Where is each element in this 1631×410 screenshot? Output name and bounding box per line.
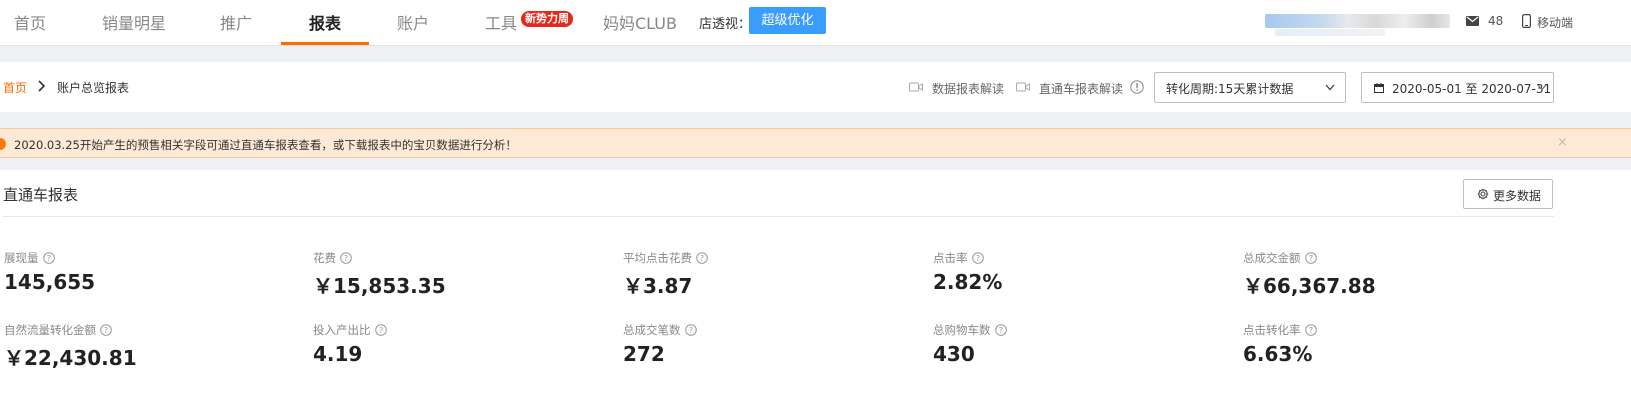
metric-value: 4.19 bbox=[313, 342, 363, 366]
metric-cost: 花费? ￥15,853.35 bbox=[313, 250, 613, 310]
ztc-report-guide-link[interactable]: 直通车报表解读 bbox=[1039, 80, 1123, 97]
ztc-report-panel: 直通车报表 更多数据 展现量? 145,655 花费? ￥15,853.35 平… bbox=[0, 170, 1631, 410]
breadcrumb-home-link[interactable]: 首页 bbox=[3, 79, 27, 96]
active-tab-underline bbox=[281, 42, 369, 45]
metric-value: 430 bbox=[933, 342, 975, 366]
metric-value: ￥3.87 bbox=[623, 274, 693, 298]
chevron-down-icon bbox=[1537, 84, 1547, 91]
metric-label: 花费 bbox=[313, 251, 336, 265]
metric-label: 投入产出比 bbox=[313, 323, 371, 337]
nav-item-tools[interactable]: 工具 bbox=[485, 10, 517, 34]
nav-item-account[interactable]: 账户 bbox=[397, 10, 429, 34]
help-icon[interactable]: ? bbox=[340, 252, 352, 264]
metric-label: 总成交笔数 bbox=[623, 323, 681, 337]
chevron-down-icon bbox=[1325, 84, 1335, 91]
metric-label: 总成交金额 bbox=[1243, 251, 1301, 265]
nav-item-promotion[interactable]: 推广 bbox=[220, 10, 252, 34]
mail-icon[interactable] bbox=[1466, 16, 1479, 26]
new-badge: 新势力周 bbox=[521, 11, 573, 27]
conversion-period-select[interactable]: 转化周期:15天累计数据 bbox=[1154, 72, 1346, 103]
metric-ctr: 点击率? 2.82% bbox=[933, 250, 1233, 310]
data-report-guide-link[interactable]: 数据报表解读 bbox=[932, 80, 1004, 97]
nav-item-mama-club[interactable]: 妈妈CLUB bbox=[603, 10, 677, 34]
mail-count[interactable]: 48 bbox=[1488, 14, 1503, 28]
help-icon[interactable]: ? bbox=[374, 324, 387, 336]
metric-value: 145,655 bbox=[4, 270, 96, 294]
help-icon[interactable]: ? bbox=[42, 252, 55, 264]
metric-total-orders: 总成交笔数? 272 bbox=[623, 322, 923, 382]
separator bbox=[0, 158, 1631, 170]
separator bbox=[0, 112, 1631, 128]
calendar-icon bbox=[1374, 83, 1384, 93]
notice-banner: 2020.03.25开始产生的预售相关字段可通过直通车报表查看，或下载报表中的宝… bbox=[0, 128, 1631, 158]
metric-organic-conversion: 自然流量转化金额? ￥22,430.81 bbox=[4, 322, 304, 382]
svg-text:?: ? bbox=[700, 254, 704, 263]
svg-text:?: ? bbox=[104, 326, 108, 335]
svg-text:?: ? bbox=[378, 326, 382, 335]
account-subtext-blurred bbox=[1275, 29, 1385, 36]
chevron-right-icon bbox=[38, 80, 46, 92]
metric-value: ￥15,853.35 bbox=[313, 274, 446, 298]
help-icon[interactable]: ? bbox=[994, 324, 1007, 336]
video-icon bbox=[909, 82, 923, 92]
metric-value: 272 bbox=[623, 342, 665, 366]
svg-text:?: ? bbox=[688, 326, 692, 335]
divider bbox=[3, 216, 1554, 217]
account-name-blurred[interactable] bbox=[1265, 14, 1450, 28]
metric-value: 2.82% bbox=[933, 270, 1003, 294]
report-title: 直通车报表 bbox=[3, 186, 79, 204]
help-icon[interactable]: ? bbox=[1304, 324, 1317, 336]
warning-icon bbox=[0, 138, 6, 150]
breadcrumb-bar: 首页 账户总览报表 数据报表解读 直通车报表解读 转化周期:15天累计数据 20… bbox=[0, 62, 1631, 112]
metric-roi: 投入产出比? 4.19 bbox=[313, 322, 613, 382]
help-icon[interactable]: ? bbox=[684, 324, 697, 336]
mobile-icon[interactable] bbox=[1522, 14, 1531, 28]
metric-value: 6.63% bbox=[1243, 342, 1313, 366]
svg-text:?: ? bbox=[998, 326, 1002, 335]
metric-label: 平均点击花费 bbox=[623, 251, 692, 265]
metric-total-gmv: 总成交金额? ￥66,367.88 bbox=[1243, 250, 1543, 310]
nav-item-reports[interactable]: 报表 bbox=[309, 10, 341, 34]
help-icon[interactable]: ? bbox=[100, 324, 112, 336]
metric-label: 点击转化率 bbox=[1243, 323, 1301, 337]
metric-avg-cpc: 平均点击花费? ￥3.87 bbox=[623, 250, 923, 310]
metric-label: 总购物车数 bbox=[933, 323, 991, 337]
more-data-label: 更多数据 bbox=[1493, 189, 1542, 203]
notice-text: 2020.03.25开始产生的预售相关字段可通过直通车报表查看，或下载报表中的宝… bbox=[14, 138, 517, 152]
shop-insight-label: 店透视： bbox=[699, 17, 752, 32]
conversion-period-value: 转化周期:15天累计数据 bbox=[1166, 82, 1294, 96]
metric-label: 展现量 bbox=[4, 251, 39, 265]
svg-text:?: ? bbox=[975, 254, 979, 263]
separator bbox=[0, 46, 1631, 62]
metric-label: 自然流量转化金额 bbox=[4, 323, 96, 337]
info-icon[interactable] bbox=[1130, 80, 1144, 94]
help-icon[interactable]: ? bbox=[1304, 252, 1317, 264]
gear-icon bbox=[1477, 188, 1489, 200]
metric-impressions: 展现量? 145,655 bbox=[4, 250, 304, 310]
help-icon[interactable]: ? bbox=[971, 252, 984, 264]
close-icon[interactable]: × bbox=[1557, 135, 1568, 150]
metric-value: ￥66,367.88 bbox=[1243, 274, 1376, 298]
metric-total-carts: 总购物车数? 430 bbox=[933, 322, 1233, 382]
svg-text:?: ? bbox=[1308, 254, 1312, 263]
super-optimize-button[interactable]: 超级优化 bbox=[749, 7, 826, 34]
nav-item-sales-star[interactable]: 销量明星 bbox=[102, 10, 166, 34]
date-range-picker[interactable]: 2020-05-01 至 2020-07-31 bbox=[1361, 72, 1554, 103]
more-data-button[interactable]: 更多数据 bbox=[1463, 179, 1553, 209]
metric-click-conversion-rate: 点击转化率? 6.63% bbox=[1243, 322, 1543, 382]
svg-text:?: ? bbox=[46, 254, 50, 263]
date-range-value: 2020-05-01 至 2020-07-31 bbox=[1392, 82, 1552, 96]
nav-item-home[interactable]: 首页 bbox=[14, 10, 46, 34]
svg-text:?: ? bbox=[344, 254, 348, 263]
help-icon[interactable]: ? bbox=[696, 252, 708, 264]
breadcrumb-current: 账户总览报表 bbox=[57, 81, 130, 95]
metric-value: ￥22,430.81 bbox=[4, 346, 137, 370]
top-nav: 首页 销量明星 推广 报表 账户 工具 新势力周 妈妈CLUB 店透视： 超级优… bbox=[0, 0, 1631, 46]
svg-text:?: ? bbox=[1308, 326, 1312, 335]
metric-label: 点击率 bbox=[933, 251, 968, 265]
video-icon bbox=[1016, 82, 1030, 92]
mobile-link[interactable]: 移动端 bbox=[1537, 14, 1573, 31]
